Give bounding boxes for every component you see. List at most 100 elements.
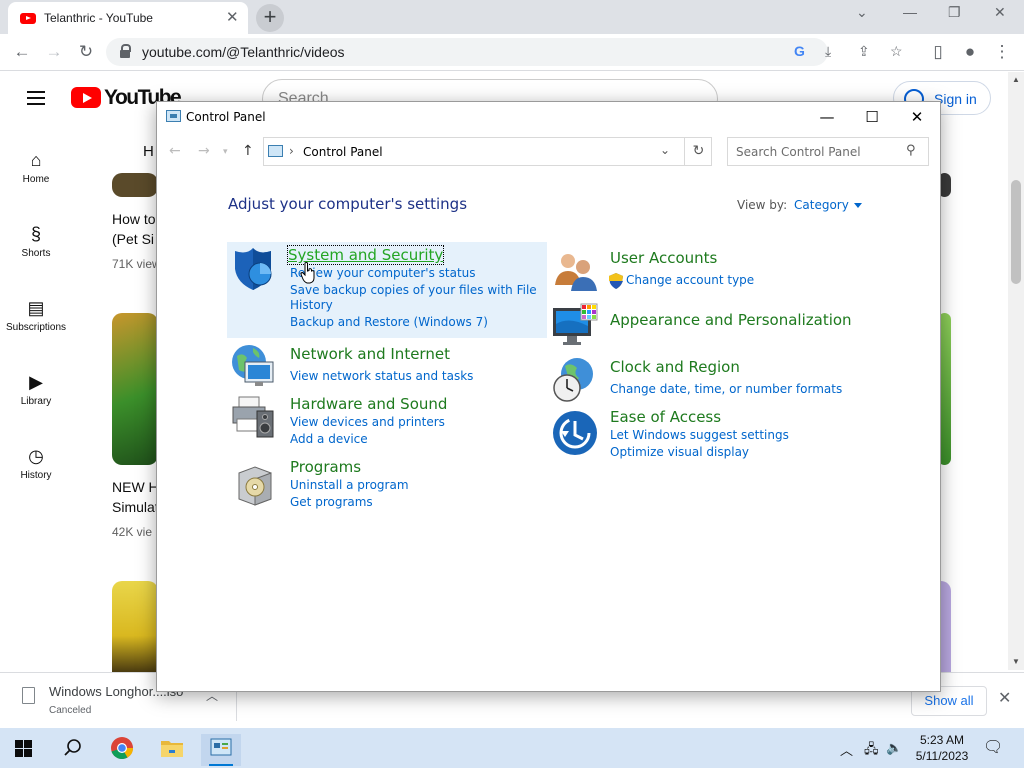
hamburger-menu-icon[interactable] — [27, 91, 45, 105]
printer-speaker-icon[interactable] — [229, 393, 277, 441]
taskbar-search-icon[interactable] — [52, 734, 92, 766]
windows-suggest-settings-link[interactable]: Let Windows suggest settings — [610, 428, 789, 442]
user-accounts-title[interactable]: User Accounts — [610, 249, 717, 267]
video-thumbnail[interactable] — [112, 581, 158, 672]
change-date-time-link[interactable]: Change date, time, or number formats — [610, 382, 842, 396]
taskbar-clock[interactable]: 5:23 AM 5/11/2023 — [912, 732, 972, 764]
sidebar-item-shorts[interactable]: § Shorts — [0, 220, 72, 259]
add-device-link[interactable]: Add a device — [290, 432, 368, 446]
minimize-button[interactable]: — — [812, 106, 842, 128]
window-title: Control Panel — [186, 110, 266, 124]
optimize-visual-display-link[interactable]: Optimize visual display — [610, 445, 749, 459]
tab-search-chevron-icon[interactable]: ⌄ — [856, 4, 868, 21]
video-thumbnail[interactable] — [112, 313, 158, 465]
browser-close-button[interactable]: ✕ — [994, 4, 1006, 21]
review-status-link[interactable]: Review your computer's status — [290, 266, 476, 280]
network-icon[interactable]: 🖧 — [864, 740, 879, 762]
network-internet-title[interactable]: Network and Internet — [290, 345, 450, 363]
file-explorer-taskbar-icon[interactable] — [152, 734, 192, 766]
up-arrow-icon[interactable]: ↑ — [242, 143, 254, 159]
clock-globe-icon[interactable] — [551, 356, 599, 404]
control-panel-titlebar[interactable]: Control Panel — ☐ ✕ — [157, 102, 940, 132]
hardware-sound-title[interactable]: Hardware and Sound — [290, 395, 447, 413]
file-history-link[interactable]: Save backup copies of your files with Fi… — [290, 283, 537, 297]
devices-printers-link[interactable]: View devices and printers — [290, 415, 445, 429]
shorts-icon: § — [30, 224, 41, 244]
sidebar-item-home[interactable]: ⌂ Home — [0, 146, 72, 185]
scrollbar-thumb[interactable] — [1011, 180, 1021, 284]
video-title-line[interactable]: Simulat — [112, 499, 159, 515]
history-icon: ◷ — [28, 446, 44, 466]
reload-icon[interactable]: ↻ — [74, 40, 98, 64]
network-globe-icon[interactable] — [229, 342, 277, 390]
get-programs-link[interactable]: Get programs — [290, 495, 373, 509]
profile-icon[interactable]: ● — [958, 40, 982, 64]
side-panel-icon[interactable]: ▯ — [926, 40, 950, 64]
page-scrollbar[interactable]: ▲ ▼ — [1008, 72, 1024, 670]
browser-tab-youtube[interactable]: Telanthric - YouTube ✕ — [8, 2, 248, 34]
video-title-line[interactable]: NEW H — [112, 479, 159, 495]
sidebar-item-subscriptions[interactable]: ▤ Subscriptions — [0, 294, 72, 333]
lock-icon[interactable] — [120, 44, 131, 58]
browser-restore-button[interactable]: ❐ — [948, 4, 961, 21]
address-url: youtube.com/@Telanthric/videos — [142, 44, 345, 60]
view-by-label: View by: — [737, 198, 788, 212]
view-by-dropdown[interactable]: Category — [794, 198, 862, 212]
backup-restore-link[interactable]: Backup and Restore (Windows 7) — [290, 315, 488, 329]
appearance-personalization-title[interactable]: Appearance and Personalization — [610, 311, 852, 329]
clock-time: 5:23 AM — [919, 733, 965, 747]
ease-of-access-icon[interactable] — [551, 409, 599, 457]
sidebar-history-label: History — [20, 470, 52, 481]
file-history-link-wrap[interactable]: History — [290, 298, 333, 312]
refresh-icon[interactable]: ↻ — [684, 138, 712, 165]
show-hidden-icons-chevron-icon[interactable]: ︿ — [840, 740, 853, 759]
breadcrumb-chevron-icon[interactable]: › — [289, 144, 294, 158]
recent-locations-chevron-icon[interactable]: ▾ — [223, 147, 228, 157]
address-bar[interactable]: › Control Panel ⌄ ↻ — [263, 137, 712, 166]
video-title-line[interactable]: (Pet Si — [112, 231, 154, 247]
address-bar[interactable]: youtube.com/@Telanthric/videos G ⤓ ⇪ ☆ — [106, 38, 903, 66]
maximize-button[interactable]: ☐ — [857, 106, 887, 128]
browser-minimize-button[interactable]: — — [903, 4, 917, 20]
ease-of-access-title[interactable]: Ease of Access — [610, 408, 721, 426]
back-arrow-icon[interactable]: ← — [169, 143, 181, 159]
user-accounts-icon[interactable] — [551, 247, 599, 295]
bookmark-star-icon[interactable]: ☆ — [890, 43, 903, 60]
forward-arrow-icon[interactable]: → — [198, 143, 210, 159]
chrome-taskbar-icon[interactable] — [102, 734, 142, 766]
video-thumbnail[interactable] — [112, 173, 158, 197]
browser-menu-icon[interactable]: ⋮ — [990, 40, 1014, 64]
address-dropdown-icon[interactable]: ⌄ — [660, 143, 670, 157]
scroll-down-arrow-icon[interactable]: ▼ — [1012, 657, 1020, 666]
close-button[interactable]: ✕ — [902, 106, 932, 128]
appearance-monitor-icon[interactable] — [551, 302, 599, 350]
forward-arrow-icon[interactable]: → — [42, 40, 66, 64]
change-account-type-link[interactable]: Change account type — [626, 273, 754, 287]
sidebar-item-history[interactable]: ◷ History — [0, 442, 72, 481]
breadcrumb[interactable]: Control Panel — [303, 145, 383, 159]
share-icon[interactable]: ⇪ — [858, 43, 870, 60]
search-input[interactable]: Search Control Panel ⚲ — [727, 137, 929, 166]
channel-tab-fragment[interactable]: H — [143, 143, 154, 160]
search-icon[interactable]: ⚲ — [906, 143, 916, 158]
uninstall-program-link[interactable]: Uninstall a program — [290, 478, 409, 492]
programs-box-icon[interactable] — [233, 459, 281, 507]
back-arrow-icon[interactable]: ← — [10, 40, 34, 64]
windows-start-icon[interactable] — [15, 740, 32, 757]
notifications-icon[interactable]: 🗨 — [983, 737, 1003, 757]
new-tab-button[interactable]: + — [256, 4, 284, 32]
programs-title[interactable]: Programs — [290, 458, 361, 476]
youtube-logo-icon[interactable] — [71, 87, 101, 108]
tab-close-icon[interactable]: ✕ — [226, 8, 239, 26]
sidebar-item-library[interactable]: ▶ Library — [0, 368, 72, 407]
scroll-up-arrow-icon[interactable]: ▲ — [1012, 75, 1020, 84]
control-panel-taskbar-icon[interactable] — [201, 734, 241, 766]
clock-region-title[interactable]: Clock and Region — [610, 358, 740, 376]
video-title-line[interactable]: How to — [112, 211, 156, 227]
google-icon[interactable]: G — [794, 43, 805, 59]
install-app-icon[interactable]: ⤓ — [825, 43, 831, 60]
security-shield-icon[interactable] — [229, 245, 277, 293]
network-status-link[interactable]: View network status and tasks — [290, 369, 473, 383]
close-downloads-icon[interactable]: ✕ — [998, 688, 1011, 708]
volume-icon[interactable]: 🔈 — [886, 740, 902, 756]
